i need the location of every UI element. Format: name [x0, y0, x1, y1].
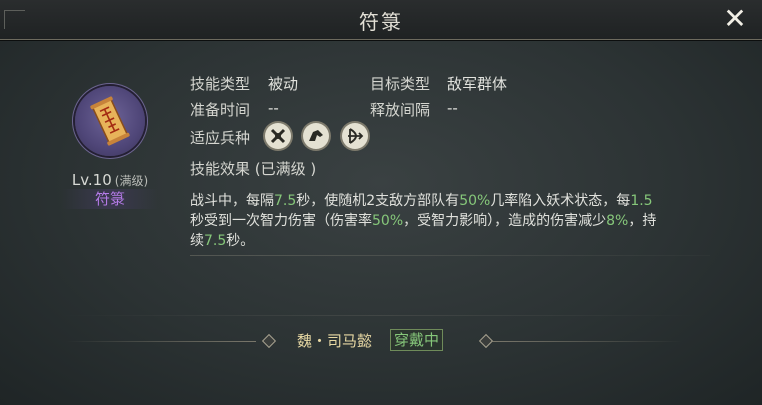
- desc-number: 7.5: [274, 193, 297, 209]
- shield-troop-icon: [265, 123, 291, 149]
- diamond-ornament-icon: [478, 333, 494, 349]
- desc-text: ，受智力影响），造成的伤害减少: [403, 213, 607, 229]
- footer-line-right: [492, 341, 682, 342]
- skill-level: Lv.10 (满级): [40, 171, 180, 189]
- level-value: Lv.10: [71, 171, 112, 189]
- title-bar: 符箓 ✕: [0, 0, 762, 40]
- skill-description: 战斗中，每隔7.5秒，使随机2支敌方部队有50%几率陷入妖术状态，每1.5秒受到…: [190, 191, 660, 251]
- skill-name: 符箓: [62, 189, 158, 209]
- desc-text: 战斗中，每隔: [190, 193, 274, 209]
- prep-time-value: --: [268, 99, 279, 117]
- close-icon[interactable]: ✕: [722, 5, 748, 33]
- page-title: 符箓: [359, 10, 403, 34]
- cavalry-troop-icon: [303, 123, 329, 149]
- skill-icon: [75, 86, 145, 156]
- equipped-status-badge: 穿戴中: [390, 329, 444, 351]
- desc-text: 秒受到一次智力伤害（伤害率: [190, 213, 372, 229]
- diamond-ornament-icon: [261, 333, 277, 349]
- troop-type-label: 适应兵种: [190, 129, 251, 147]
- desc-number: 7.5: [204, 233, 227, 249]
- desc-text: 几率陷入妖术状态，每: [490, 193, 631, 209]
- footer-divider: [60, 315, 700, 316]
- skill-type-label: 技能类型: [190, 75, 251, 93]
- target-type-value: 敌军群体: [447, 75, 508, 93]
- equipped-general-name: 魏・司马懿: [297, 332, 373, 350]
- level-max-note: (满级): [114, 174, 149, 188]
- footer-line-left: [66, 341, 256, 342]
- prep-time-label: 准备时间: [190, 101, 251, 119]
- talisman-scroll-icon: [90, 96, 130, 146]
- desc-number: 50%: [459, 193, 491, 209]
- desc-text: 秒，使随机2支敌方部队有: [296, 193, 460, 209]
- cast-interval-label: 释放间隔: [370, 101, 431, 119]
- desc-number: 8%: [606, 213, 629, 229]
- desc-number: 1.5: [630, 193, 653, 209]
- desc-text: 秒。: [226, 233, 255, 249]
- divider: [190, 255, 710, 256]
- skill-effect-label: 技能效果 (已满级 ): [190, 160, 317, 178]
- target-type-label: 目标类型: [370, 75, 431, 93]
- desc-number: 50%: [372, 213, 404, 229]
- skill-type-value: 被动: [268, 75, 299, 93]
- archer-troop-icon: [342, 123, 368, 149]
- cast-interval-value: --: [447, 99, 458, 117]
